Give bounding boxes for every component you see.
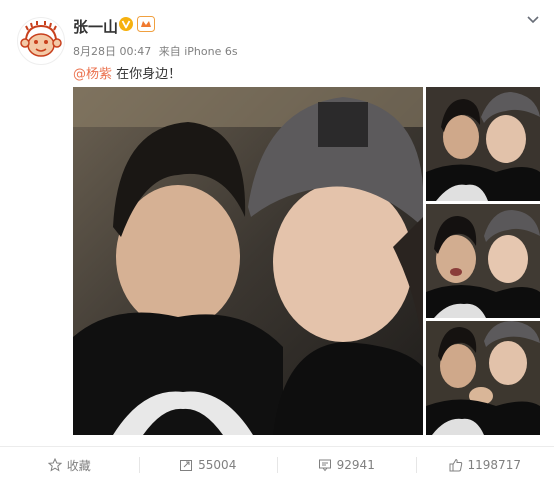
post-date[interactable]: 8月28日 00:47: [73, 45, 151, 58]
caption-text: 在你身边！: [112, 67, 182, 82]
post-meta: 8月28日 00:47 来自 iPhone 6s: [73, 43, 238, 59]
star-icon: [47, 458, 62, 472]
monkey-avatar-icon: [19, 19, 63, 63]
mention-link[interactable]: @杨紫: [73, 67, 112, 82]
post-caption: @杨紫 在你身边！: [73, 63, 181, 82]
thumbnail-image-1: [426, 87, 540, 201]
comment-count: 92941: [336, 458, 375, 472]
v-badge-icon: [119, 17, 133, 31]
action-bar: 收藏 55004 92941 1198717: [0, 447, 554, 483]
comment-button[interactable]: 92941: [277, 447, 416, 483]
thumbs-up-icon: [449, 458, 462, 472]
favorite-label: 收藏: [66, 458, 91, 473]
like-count: 1198717: [467, 458, 521, 472]
selfie-photo-image: [73, 87, 423, 435]
avatar[interactable]: [17, 17, 65, 65]
weibo-post-card: 张一山 8月28日 00:47 来自 iPhone 6s @杨紫 在你身边！ 收…: [0, 0, 554, 483]
thumbnail-photo-1[interactable]: [426, 87, 540, 201]
main-photo[interactable]: [73, 87, 423, 435]
repost-count: 55004: [198, 458, 237, 472]
repost-button[interactable]: 55004: [138, 447, 278, 483]
thumbnail-image-2: [426, 204, 540, 318]
favorite-button[interactable]: 收藏: [0, 447, 139, 483]
comment-icon: [318, 459, 331, 472]
thumbnail-photo-3[interactable]: [426, 321, 540, 435]
thumbnail-image-3: [426, 321, 540, 435]
post-source: iPhone 6s: [184, 45, 238, 58]
thumbnail-photo-2[interactable]: [426, 204, 540, 318]
chevron-down-icon[interactable]: [526, 14, 540, 26]
repost-icon: [180, 460, 193, 471]
like-button[interactable]: 1198717: [415, 447, 554, 483]
username[interactable]: 张一山: [73, 16, 118, 37]
level-badge-icon: [137, 16, 155, 32]
source-prefix: 来自: [158, 45, 181, 58]
